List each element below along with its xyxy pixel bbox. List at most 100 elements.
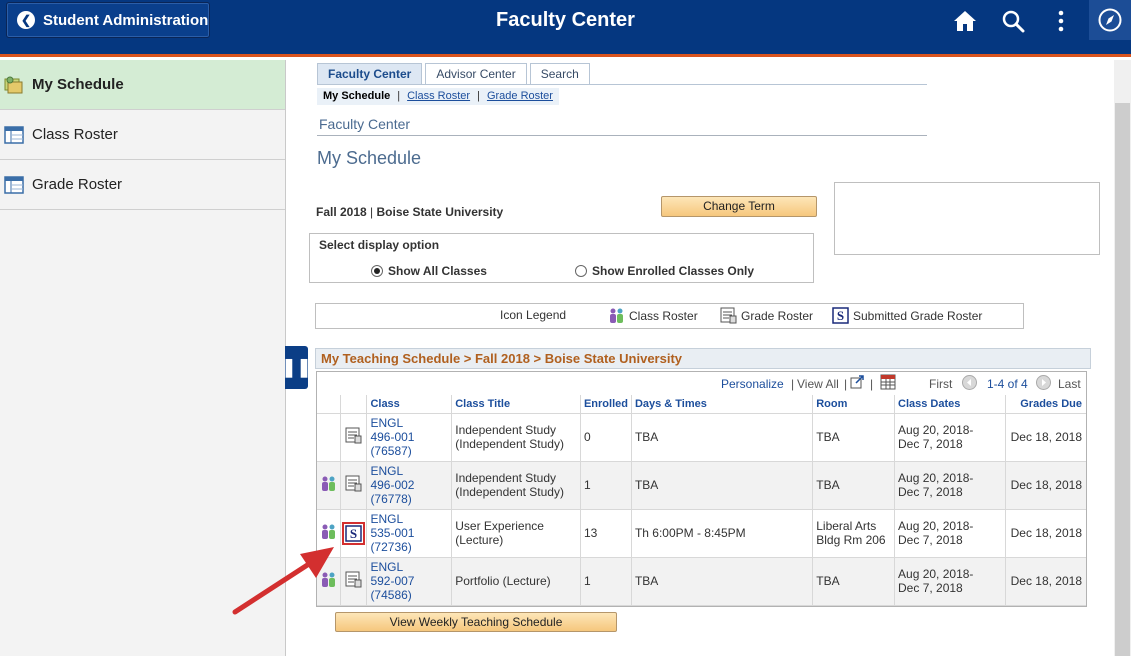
navigator-compass-icon	[1098, 8, 1122, 32]
grade-roster-icon[interactable]	[345, 475, 362, 495]
class-link[interactable]: 535-001	[370, 526, 414, 540]
sidebar-item-class-roster[interactable]: Class Roster	[0, 110, 285, 160]
class-link[interactable]: ENGL	[370, 512, 403, 526]
home-icon[interactable]	[952, 8, 978, 34]
class-link[interactable]: 496-002	[370, 478, 414, 492]
class-link[interactable]: ENGL	[370, 416, 403, 430]
room-text: TBA	[816, 574, 840, 588]
class-roster-icon[interactable]	[320, 524, 337, 543]
class-roster-icon[interactable]	[320, 572, 337, 591]
tab-divider	[317, 84, 927, 85]
first-page-label: First	[929, 377, 953, 391]
days-times-cell: TBA	[630, 461, 813, 510]
next-page-icon[interactable]	[1036, 375, 1051, 390]
submitted-grade-roster-icon[interactable]: S	[342, 521, 366, 545]
navigator-button[interactable]	[1089, 0, 1131, 40]
column-header-class-title[interactable]: Class Title	[451, 395, 581, 414]
schedule-icon	[4, 76, 23, 93]
radio-button[interactable]	[371, 265, 383, 277]
column-header-grades-due[interactable]: Grades Due	[1004, 395, 1086, 414]
column-header-days-times[interactable]: Days & Times	[630, 395, 813, 414]
tab-advisor-center[interactable]: Advisor Center	[425, 63, 527, 85]
personalize-link[interactable]: Personalize	[721, 377, 784, 391]
class-cell: ENGL 535-001 (72736)	[366, 509, 452, 558]
legend-title: Icon Legend	[500, 308, 567, 322]
grades-due-cell: Dec 18, 2018	[1004, 509, 1086, 558]
term-separator: |	[366, 205, 377, 219]
sidebar-item-my-schedule[interactable]: My Schedule	[0, 60, 285, 110]
change-term-button[interactable]: Change Term	[661, 196, 817, 217]
view-weekly-schedule-button[interactable]: View Weekly Teaching Schedule	[335, 612, 617, 632]
class-link[interactable]: (74586)	[370, 588, 411, 602]
class-dates-text: Aug 20, 2018-	[898, 519, 974, 533]
class-title-text: Independent Study	[455, 423, 556, 437]
roster-window-icon	[4, 125, 24, 144]
column-header-enrolled[interactable]: Enrolled	[579, 395, 632, 414]
grade-roster-icon[interactable]	[345, 427, 362, 447]
previous-page-icon[interactable]	[962, 375, 977, 390]
legend-label: Grade Roster	[741, 308, 814, 323]
roster-icon-cell	[317, 509, 341, 558]
class-title-cell: User Experience (Lecture)	[451, 509, 581, 558]
class-link[interactable]: (76778)	[370, 492, 411, 506]
class-cell: ENGL 496-002 (76778)	[366, 461, 452, 510]
info-panel	[834, 182, 1100, 255]
class-link[interactable]: (72736)	[370, 540, 411, 554]
new-window-icon[interactable]	[850, 375, 865, 389]
sidebar-item-label: Grade Roster	[32, 176, 123, 193]
sidebar-item-grade-roster[interactable]: Grade Roster	[0, 160, 285, 210]
vertical-scrollbar-thumb[interactable]	[1115, 103, 1130, 656]
enrolled-cell: 1	[579, 557, 632, 606]
more-vertical-icon[interactable]	[1048, 8, 1074, 34]
last-page-label: Last	[1058, 377, 1081, 391]
grade-roster-icon	[720, 307, 737, 324]
radio-show-enrolled-only[interactable]: Show Enrolled Classes Only	[575, 264, 754, 278]
room-text: TBA	[816, 430, 840, 444]
class-link[interactable]: 592-007	[370, 574, 414, 588]
subnav-current: My Schedule	[323, 90, 391, 102]
sidebar-item-label: Class Roster	[32, 126, 118, 143]
back-button-label: Student Administration	[43, 11, 209, 29]
subnav-separator: |	[397, 90, 401, 102]
column-header	[317, 395, 341, 414]
display-option-label: Select display option	[319, 238, 440, 252]
class-title-cell: Portfolio (Lecture)	[451, 557, 581, 606]
subnav: My Schedule | Class Roster | Grade Roster	[317, 88, 559, 105]
search-icon[interactable]	[1000, 8, 1026, 34]
download-spreadsheet-icon[interactable]	[880, 374, 896, 390]
room-cell: TBA	[812, 461, 895, 510]
tab-search[interactable]: Search	[529, 63, 590, 85]
view-all-link[interactable]: View All	[797, 377, 839, 391]
main-content: Faculty Center Advisor Center Search My …	[287, 60, 1113, 656]
column-header-room[interactable]: Room	[812, 395, 895, 414]
class-link[interactable]: 496-001	[370, 430, 414, 444]
radio-button[interactable]	[575, 265, 587, 277]
enrolled-cell: 13	[579, 509, 632, 558]
class-dates-text: Aug 20, 2018-	[898, 471, 974, 485]
class-title-cell: Independent Study (Independent Study)	[451, 461, 581, 510]
column-header-class[interactable]: Class	[366, 395, 452, 414]
roster-icon-cell	[317, 557, 341, 606]
tab-faculty-center[interactable]: Faculty Center	[317, 63, 423, 85]
grade-icon-cell	[340, 557, 367, 606]
grade-icon-cell: S	[340, 509, 367, 558]
term-institution: Boise State University	[376, 205, 504, 219]
class-link[interactable]: ENGL	[370, 464, 403, 478]
table-row: ENGL 496-002 (76778) Independent Study (Inde…	[317, 461, 1086, 510]
legend-label: Submitted Grade Roster	[853, 308, 983, 323]
sidebar-item-label: My Schedule	[32, 76, 124, 93]
subnav-link-class-roster[interactable]: Class Roster	[407, 90, 470, 102]
class-roster-icon[interactable]	[320, 476, 337, 495]
grid-navigation-bar: Personalize | View All | | First 1-4 of …	[317, 372, 1086, 395]
class-link[interactable]: (76587)	[370, 444, 411, 458]
column-header-class-dates[interactable]: Class Dates	[894, 395, 1006, 414]
class-link[interactable]: ENGL	[370, 560, 403, 574]
subnav-link-grade-roster[interactable]: Grade Roster	[487, 90, 553, 102]
room-cell: Liberal Arts Bldg Rm 206	[812, 509, 895, 558]
display-option-box: Select display option Show All Classes S…	[309, 233, 814, 283]
grade-roster-icon[interactable]	[345, 571, 362, 591]
nav-separator: |	[791, 377, 795, 391]
back-button[interactable]: ❮ Student Administration	[6, 2, 210, 38]
days-times-cell: TBA	[630, 557, 813, 606]
radio-show-all-classes[interactable]: Show All Classes	[371, 264, 487, 278]
